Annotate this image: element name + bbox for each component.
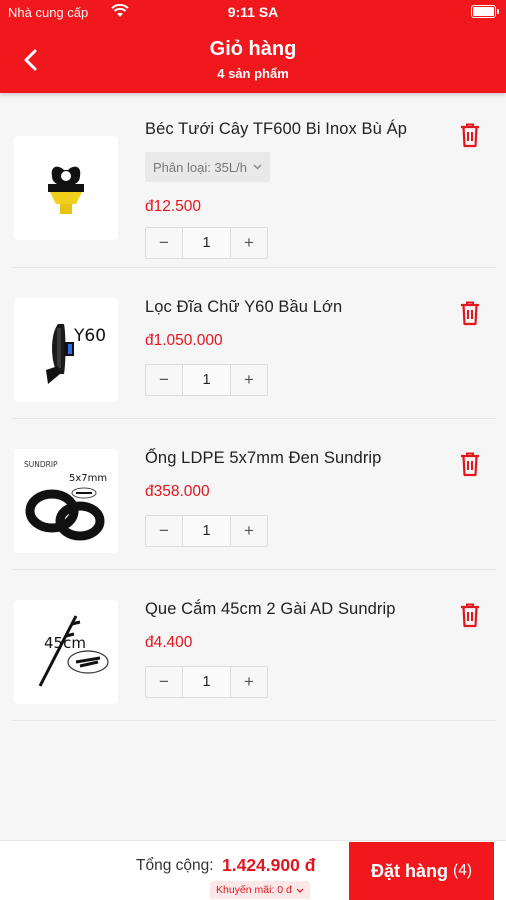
variant-label: Phân loại: 35L/h — [153, 159, 247, 175]
item-price: đ4.400 — [145, 634, 193, 651]
promo-select[interactable]: Khuyến mãi: 0 đ — [210, 881, 310, 899]
quantity-value[interactable]: 1 — [182, 365, 231, 395]
item-name[interactable]: Lọc Đĩa Chữ Y60 Bầu Lớn — [145, 298, 342, 317]
page-subtitle: 4 sản phẩm — [217, 66, 289, 81]
order-count: (4) — [453, 862, 472, 879]
product-image[interactable]: SUNDRIP 5x7mm — [14, 449, 118, 553]
product-image-brand: SUNDRIP — [24, 460, 58, 469]
product-image-label: Y60 — [73, 326, 106, 346]
quantity-stepper: − 1 + — [145, 364, 268, 396]
increase-button[interactable]: + — [231, 516, 267, 546]
checkout-bar: Tổng cộng: 1.424.900 đ Khuyến mãi: 0 đ Đ… — [0, 840, 506, 900]
quantity-value[interactable]: 1 — [182, 667, 231, 697]
total-value: 1.424.900 đ — [222, 855, 316, 875]
quantity-stepper: − 1 + — [145, 666, 268, 698]
product-image[interactable]: Y60 — [14, 298, 118, 402]
cart-item: Y60 Lọc Đĩa Chữ Y60 Bầu Lớn đ1.050.000 −… — [12, 286, 496, 419]
decrease-button[interactable]: − — [146, 365, 182, 395]
pipe-roll-image: SUNDRIP 5x7mm — [24, 460, 107, 541]
item-price: đ12.500 — [145, 198, 202, 215]
product-image[interactable]: 45cm — [14, 600, 118, 704]
trash-icon[interactable] — [458, 122, 482, 148]
battery-icon — [471, 5, 499, 18]
decrease-button[interactable]: − — [146, 516, 182, 546]
item-name[interactable]: Ống LDPE 5x7mm Đen Sundrip — [145, 449, 381, 468]
increase-button[interactable]: + — [231, 667, 267, 697]
increase-button[interactable]: + — [231, 365, 267, 395]
cart-item: 45cm Que Cắm 45cm 2 Gài AD Sundrip đ4.40… — [12, 588, 496, 721]
order-button-label: Đặt hàng — [371, 860, 449, 881]
quantity-stepper: − 1 + — [145, 515, 268, 547]
item-name[interactable]: Que Cắm 45cm 2 Gài AD Sundrip — [145, 600, 396, 619]
status-bar: Nhà cung cấp 9:11 SA — [0, 0, 506, 26]
promo-label: Khuyến mãi: 0 đ — [216, 884, 292, 896]
quantity-value[interactable]: 1 — [182, 516, 231, 546]
stake-image: 45cm — [38, 615, 109, 687]
item-price: đ1.050.000 — [145, 332, 223, 349]
quantity-value[interactable]: 1 — [182, 228, 231, 258]
sprinkler-image — [48, 166, 84, 214]
trash-icon[interactable] — [458, 300, 482, 326]
chevron-down-icon — [253, 164, 262, 170]
chevron-down-icon — [296, 888, 304, 893]
item-name[interactable]: Béc Tưới Cây TF600 Bi Inox Bù Áp — [145, 120, 407, 139]
cart-item: SUNDRIP 5x7mm Ống LDPE 5x7mm Đen Sundrip… — [12, 437, 496, 570]
trash-icon[interactable] — [458, 602, 482, 628]
decrease-button[interactable]: − — [146, 667, 182, 697]
product-image[interactable] — [14, 136, 118, 240]
product-image-size: 5x7mm — [69, 473, 107, 484]
order-button[interactable]: Đặt hàng (4) — [349, 842, 494, 900]
page-title: Giỏ hàng — [209, 38, 297, 60]
decrease-button[interactable]: − — [146, 228, 182, 258]
product-image-label: 45cm — [44, 634, 86, 652]
trash-icon[interactable] — [458, 451, 482, 477]
disc-filter-image: Y60 — [46, 324, 106, 384]
variant-select[interactable]: Phân loại: 35L/h — [145, 152, 270, 182]
item-price: đ358.000 — [145, 483, 210, 500]
cart-list: Béc Tưới Cây TF600 Bi Inox Bù Áp Phân lo… — [12, 108, 496, 739]
header: Nhà cung cấp 9:11 SA Giỏ hàng 4 sản phẩm — [0, 0, 506, 93]
cart-item: Béc Tưới Cây TF600 Bi Inox Bù Áp Phân lo… — [12, 108, 496, 268]
increase-button[interactable]: + — [231, 228, 267, 258]
clock: 9:11 SA — [227, 4, 279, 20]
total-label: Tổng cộng: — [136, 857, 214, 874]
quantity-stepper: − 1 + — [145, 227, 268, 259]
